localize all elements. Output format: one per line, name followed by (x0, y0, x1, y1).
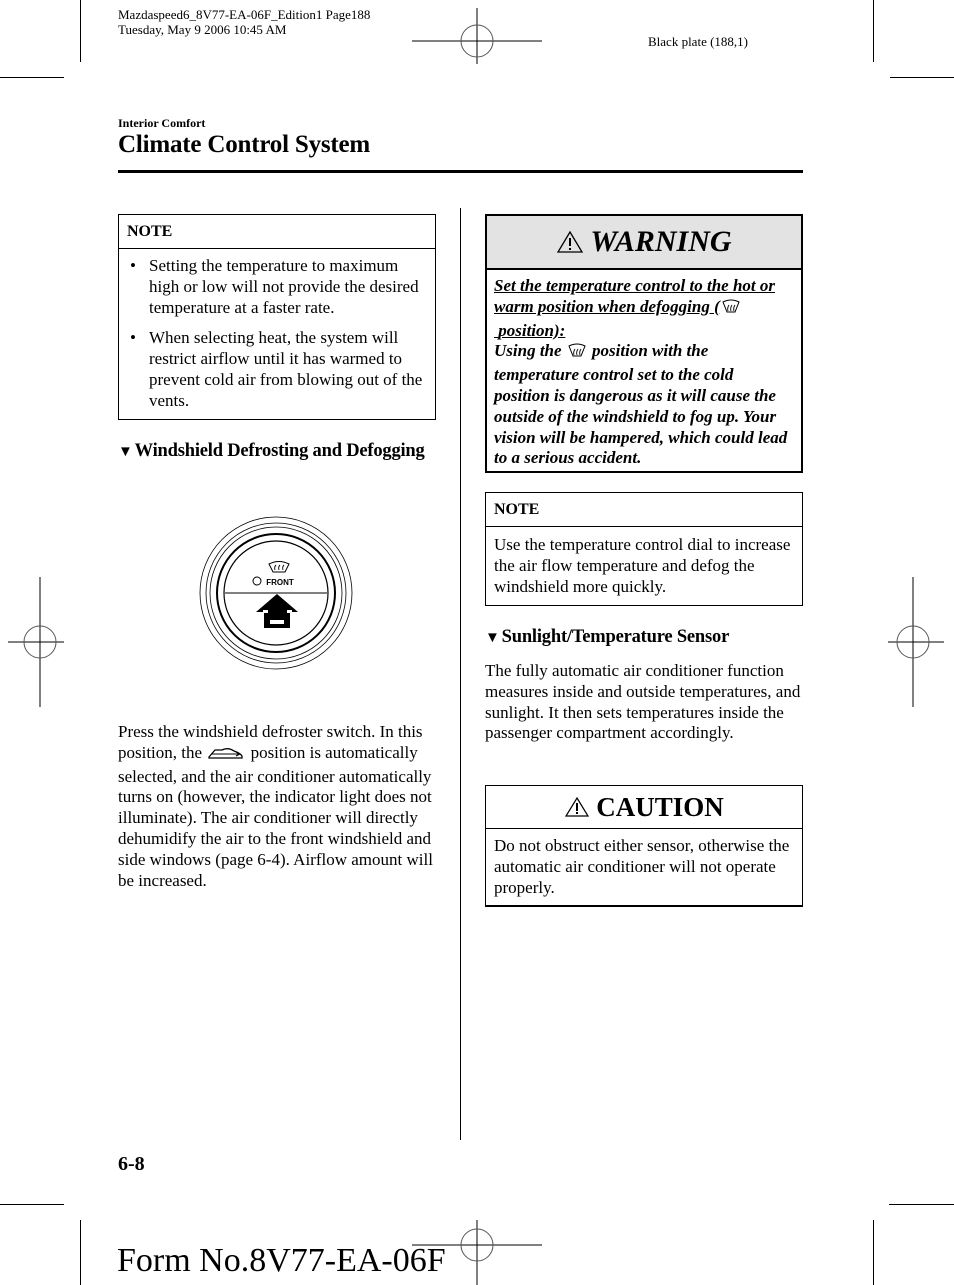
warning-header: WARNING (487, 216, 801, 270)
bullet-icon: • (130, 328, 136, 347)
print-slug: Mazdaspeed6_8V77-EA-06F_Edition1 Page188… (118, 7, 370, 37)
caution-header: CAUTION (486, 786, 802, 829)
defroster-switch-figure: FRONT (199, 516, 353, 670)
triangle-down-icon: ▼ (118, 444, 133, 460)
switch-front-label: FRONT (266, 578, 294, 587)
note-bullet: • When selecting heat, the system will r… (127, 327, 427, 411)
crop-mark (873, 0, 874, 62)
warning-text: Using the position with the temperature … (494, 341, 793, 469)
registration-mark-top (412, 8, 542, 64)
crop-mark (890, 77, 954, 78)
warning-box: WARNING Set the temperature control to t… (485, 214, 803, 473)
note-bullet-text: When selecting heat, the system will res… (149, 328, 423, 410)
warning-triangle-icon (565, 796, 590, 817)
subheading-sensor: ▼ Sunlight/Temperature Sensor (485, 627, 729, 648)
outside-air-icon (206, 745, 246, 767)
front-defroster-icon (566, 343, 588, 365)
warning-title: WARNING (590, 225, 732, 258)
arrow-up-icon (256, 594, 298, 628)
defrost-paragraph: Press the windshield defroster switch. I… (118, 722, 436, 891)
front-defroster-icon (268, 561, 290, 573)
warning-lead: Set the temperature control to the hot o… (494, 276, 793, 341)
crop-mark (80, 0, 81, 62)
note-heading: NOTE (486, 493, 802, 527)
subheading-defrost: ▼ Windshield Defrosting and Defogging (118, 441, 425, 462)
sensor-paragraph: The fully automatic air conditioner func… (485, 661, 801, 743)
page-title: Climate Control System (118, 131, 371, 158)
caution-body: Do not obstruct either sensor, otherwise… (494, 836, 790, 897)
crop-mark (873, 1220, 874, 1285)
warning-body-text: Using the (494, 341, 562, 361)
crop-mark (80, 1220, 81, 1285)
caution-box: CAUTION Do not obstruct either sensor, o… (485, 785, 803, 907)
note-box: NOTE • Setting the temperature to maximu… (118, 214, 436, 420)
note-bullet: • Setting the temperature to maximum hig… (127, 255, 427, 318)
plate-label: Black plate (188,1) (648, 34, 748, 49)
page-number: 6-8 (118, 1153, 145, 1175)
triangle-down-icon: ▼ (485, 630, 500, 646)
registration-mark-left (8, 577, 64, 707)
front-defroster-icon (720, 299, 742, 321)
note-body: • Setting the temperature to maximum hig… (119, 249, 435, 419)
subheading-text: Windshield Defrosting and Defogging (134, 441, 425, 461)
column-divider (460, 208, 461, 1140)
warning-lead-text: position): (498, 320, 566, 340)
bullet-icon: • (130, 256, 136, 275)
warning-body: Set the temperature control to the hot o… (487, 270, 801, 477)
note-heading: NOTE (119, 215, 435, 249)
note-box: NOTE Use the temperature control dial to… (485, 492, 803, 606)
form-number: Form No.8V77-EA-06F (117, 1242, 446, 1279)
crop-mark (0, 1204, 64, 1205)
subheading-text: Sunlight/Temperature Sensor (501, 627, 730, 647)
title-rule (118, 170, 803, 173)
caution-title: CAUTION (596, 791, 724, 822)
slug-date-line: Tuesday, May 9 2006 10:45 AM (118, 22, 287, 37)
registration-mark-right (888, 577, 944, 707)
warning-triangle-icon (557, 230, 584, 253)
section-label: Interior Comfort (118, 116, 206, 130)
note-body: Use the temperature control dial to incr… (494, 535, 791, 596)
crop-mark (889, 1204, 954, 1205)
para-text: position is automatically selected, and … (118, 742, 433, 890)
crop-mark (0, 77, 64, 78)
note-bullet-text: Setting the temperature to maximum high … (149, 256, 419, 317)
slug-file-line: Mazdaspeed6_8V77-EA-06F_Edition1 Page188 (118, 7, 371, 22)
